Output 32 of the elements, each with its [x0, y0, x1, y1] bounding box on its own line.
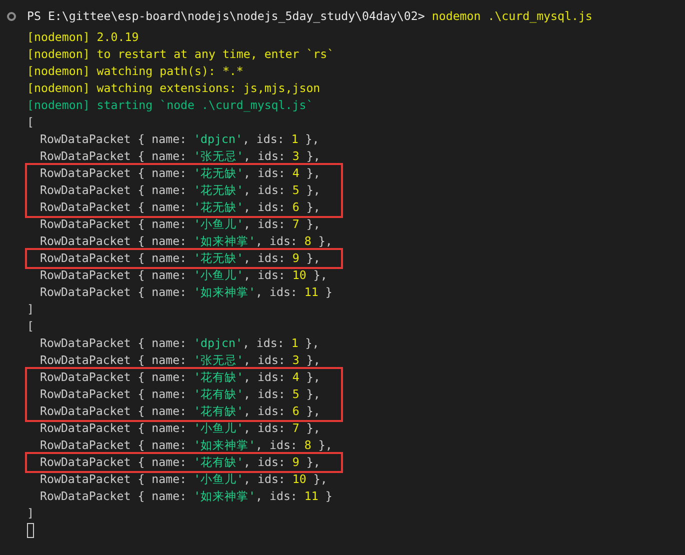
bracket: ]	[27, 505, 34, 522]
output-line: RowDataPacket { name: '如来神掌', ids: 8 },	[40, 437, 332, 454]
command-text: nodemon .\curd_mysql.js	[432, 8, 592, 25]
terminal-cursor	[27, 523, 34, 538]
prompt-path: PS E:\gittee\esp-board\nodejs\nodejs_5day_study\04day\02>	[27, 8, 425, 25]
log-line: [nodemon] watching extensions: js,mjs,json	[27, 80, 320, 97]
output-line: RowDataPacket { name: '如来神掌', ids: 8 },	[40, 233, 332, 250]
output-line: RowDataPacket { name: '花有缺', ids: 6 },	[40, 403, 320, 420]
output-line: RowDataPacket { name: 'dpjcn', ids: 1 },	[40, 335, 320, 352]
log-line: [nodemon] 2.0.19	[27, 29, 139, 46]
output-line: RowDataPacket { name: '如来神掌', ids: 11 }	[40, 284, 332, 301]
output-line: RowDataPacket { name: '花无缺', ids: 6 },	[40, 199, 320, 216]
log-line: [nodemon] starting `node .\curd_mysql.js`	[27, 97, 314, 114]
output-line: RowDataPacket { name: 'dpjcn', ids: 1 },	[40, 131, 320, 148]
bracket: [	[27, 114, 34, 131]
output-line: RowDataPacket { name: '花无缺', ids: 4 },	[40, 165, 320, 182]
output-line: RowDataPacket { name: '花有缺', ids: 4 },	[40, 369, 320, 386]
output-line: RowDataPacket { name: '小鱼儿', ids: 10 },	[40, 267, 328, 284]
output-line: RowDataPacket { name: '花无缺', ids: 9 },	[40, 250, 320, 267]
log-line: [nodemon] to restart at any time, enter `rs`	[27, 46, 334, 63]
output-line: RowDataPacket { name: '张无忌', ids: 3 },	[40, 148, 320, 165]
output-line: RowDataPacket { name: '花无缺', ids: 5 },	[40, 182, 320, 199]
output-line: RowDataPacket { name: '张无忌', ids: 3 },	[40, 352, 320, 369]
output-line: RowDataPacket { name: '小鱼儿', ids: 7 },	[40, 216, 320, 233]
output-line: RowDataPacket { name: '如来神掌', ids: 11 }	[40, 488, 332, 505]
bracket: ]	[27, 301, 34, 318]
bracket: [	[27, 318, 34, 335]
log-line: [nodemon] watching path(s): *.*	[27, 63, 244, 80]
output-line: RowDataPacket { name: '花有缺', ids: 9 },	[40, 454, 320, 471]
output-line: RowDataPacket { name: '小鱼儿', ids: 10 },	[40, 471, 328, 488]
output-line: RowDataPacket { name: '小鱼儿', ids: 7 },	[40, 420, 320, 437]
output-line: RowDataPacket { name: '花有缺', ids: 5 },	[40, 386, 320, 403]
